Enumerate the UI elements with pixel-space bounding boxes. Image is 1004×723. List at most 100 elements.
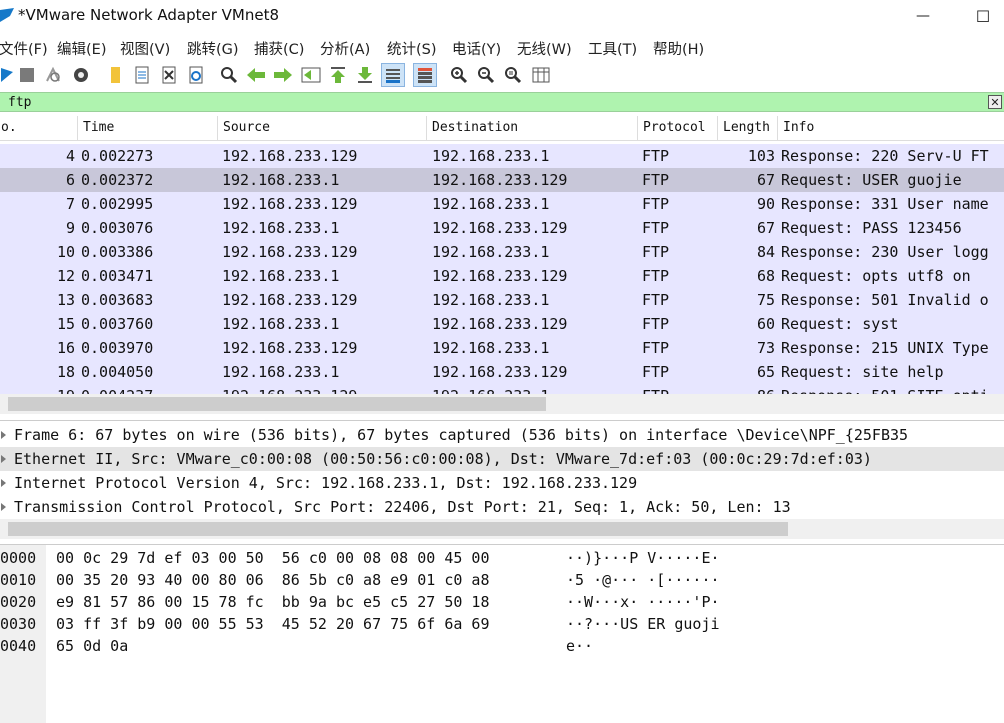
packet-row[interactable]: 15 0.003760 192.168.233.1 192.168.233.129 FT… <box>0 312 1004 336</box>
packet-protocol: FTP <box>642 147 670 165</box>
expand-arrow-icon[interactable] <box>1 455 6 463</box>
expand-arrow-icon[interactable] <box>1 431 6 439</box>
autoscroll-button[interactable] <box>381 63 405 87</box>
detail-tree-item[interactable]: Transmission Control Protocol, Src Port:… <box>0 495 1004 519</box>
zoom-out-button[interactable] <box>475 64 497 86</box>
minimize-button[interactable]: — <box>900 0 946 32</box>
packet-source: 192.168.233.1 <box>222 171 340 189</box>
reload-file-button[interactable] <box>185 64 207 86</box>
close-icon: ✕ <box>990 95 1000 109</box>
resize-columns-button[interactable] <box>530 64 552 86</box>
packet-row[interactable]: 16 0.003970 192.168.233.129 192.168.233.1 FT… <box>0 336 1004 360</box>
packet-number: 18 <box>56 363 75 381</box>
menu-view[interactable]: 视图(V) <box>120 38 170 59</box>
save-file-button[interactable] <box>131 64 153 86</box>
bytes-hex[interactable]: 03 ff 3f b9 00 00 55 53 45 52 20 67 75 6… <box>56 613 489 635</box>
bytes-offset[interactable]: 0020 <box>0 591 36 613</box>
restart-capture-button[interactable] <box>42 64 64 86</box>
stop-capture-button[interactable] <box>16 64 38 86</box>
menu-telephony[interactable]: 电话(Y) <box>452 38 501 59</box>
column-header-protocol[interactable]: Protocol <box>638 116 718 140</box>
column-header-destination[interactable]: Destination <box>427 116 638 140</box>
packet-time: 0.002273 <box>81 147 154 165</box>
menu-statistics[interactable]: 统计(S) <box>387 38 437 59</box>
bytes-offset[interactable]: 0000 <box>0 547 36 569</box>
packet-time: 0.003760 <box>81 315 154 333</box>
packet-row[interactable]: 9 0.003076 192.168.233.1 192.168.233.129 FTP… <box>0 216 1004 240</box>
packet-source: 192.168.233.1 <box>222 363 340 381</box>
scrollbar-thumb[interactable] <box>8 397 546 411</box>
details-horizontal-scrollbar[interactable] <box>0 519 1004 539</box>
packet-protocol: FTP <box>642 219 670 237</box>
packet-list-horizontal-scrollbar[interactable] <box>0 394 1004 414</box>
menu-wireless[interactable]: 无线(W) <box>517 38 572 59</box>
open-file-button[interactable] <box>104 64 126 86</box>
packet-number: 16 <box>56 339 75 357</box>
packet-length: 90 <box>756 195 775 213</box>
column-header-no[interactable]: o. <box>0 116 78 140</box>
packet-protocol: FTP <box>642 363 670 381</box>
column-header-source[interactable]: Source <box>218 116 427 140</box>
main-toolbar <box>0 62 1004 90</box>
bytes-offset[interactable]: 0040 <box>0 635 36 657</box>
column-header-info[interactable]: Info <box>778 116 1004 140</box>
find-packet-button[interactable] <box>218 64 240 86</box>
bytes-offset[interactable]: 0030 <box>0 613 36 635</box>
menu-tools[interactable]: 工具(T) <box>588 38 637 59</box>
zoom-normal-button[interactable] <box>502 64 524 86</box>
menu-bar: 文件(F) 编辑(E) 视图(V) 跳转(G) 捕获(C) 分析(A) 统计(S… <box>0 36 1004 60</box>
zoom-in-icon <box>451 67 468 84</box>
expand-arrow-icon[interactable] <box>1 479 6 487</box>
packet-time: 0.004050 <box>81 363 154 381</box>
menu-analyze[interactable]: 分析(A) <box>320 38 370 59</box>
packet-row[interactable]: 18 0.004050 192.168.233.1 192.168.233.129 FT… <box>0 360 1004 384</box>
packet-row[interactable]: 6 0.002372 192.168.233.1 192.168.233.129 FTP… <box>0 168 1004 192</box>
bytes-ascii[interactable]: e·· <box>566 635 593 657</box>
detail-tree-item[interactable]: Internet Protocol Version 4, Src: 192.16… <box>0 471 1004 495</box>
bytes-hex[interactable]: 00 35 20 93 40 00 80 06 86 5b c0 a8 e9 0… <box>56 569 489 591</box>
bytes-hex[interactable]: e9 81 57 86 00 15 78 fc bb 9a bc e5 c5 2… <box>56 591 489 613</box>
go-back-button[interactable] <box>245 64 267 86</box>
bytes-offset[interactable]: 0010 <box>0 569 36 591</box>
bytes-ascii[interactable]: ··)}···P V·····E· <box>566 547 720 569</box>
colorize-icon <box>418 68 432 83</box>
menu-go[interactable]: 跳转(G) <box>187 38 239 59</box>
clear-filter-button[interactable]: ✕ <box>988 95 1002 109</box>
go-forward-button[interactable] <box>272 64 294 86</box>
column-header-time[interactable]: Time <box>78 116 218 140</box>
detail-tree-item[interactable]: Ethernet II, Src: VMware_c0:00:08 (00:50… <box>0 447 1004 471</box>
packet-protocol: FTP <box>642 243 670 261</box>
bytes-ascii[interactable]: ··W···x· ·····'P· <box>566 591 720 613</box>
packet-row[interactable]: 4 0.002273 192.168.233.129 192.168.233.1 FTP… <box>0 144 1004 168</box>
colorize-button[interactable] <box>413 63 437 87</box>
go-last-packet-button[interactable] <box>354 64 376 86</box>
bytes-ascii[interactable]: ·5 ·@··· ·[······ <box>566 569 720 591</box>
capture-options-button[interactable] <box>70 64 92 86</box>
menu-help[interactable]: 帮助(H) <box>653 38 704 59</box>
packet-destination: 192.168.233.1 <box>432 243 550 261</box>
go-first-packet-button[interactable] <box>327 64 349 86</box>
menu-edit[interactable]: 编辑(E) <box>57 38 106 59</box>
packet-source: 192.168.233.1 <box>222 267 340 285</box>
packet-row[interactable]: 12 0.003471 192.168.233.1 192.168.233.129 FT… <box>0 264 1004 288</box>
go-to-packet-icon <box>301 67 321 83</box>
packet-number: 13 <box>56 291 75 309</box>
display-filter-input[interactable] <box>8 93 968 111</box>
bytes-hex[interactable]: 00 0c 29 7d ef 03 00 50 56 c0 00 08 08 0… <box>56 547 489 569</box>
go-to-packet-button[interactable] <box>300 64 322 86</box>
close-file-button[interactable] <box>158 64 180 86</box>
column-header-length[interactable]: Length <box>718 116 778 140</box>
menu-capture[interactable]: 捕获(C) <box>254 38 304 59</box>
bytes-hex[interactable]: 65 0d 0a <box>56 635 128 657</box>
menu-file[interactable]: 文件(F) <box>0 38 48 59</box>
bytes-ascii[interactable]: ··?···US ER guoji <box>566 613 720 635</box>
zoom-in-button[interactable] <box>448 64 470 86</box>
expand-arrow-icon[interactable] <box>1 503 6 511</box>
packet-time: 0.003471 <box>81 267 154 285</box>
packet-row[interactable]: 13 0.003683 192.168.233.129 192.168.233.1 FT… <box>0 288 1004 312</box>
packet-row[interactable]: 10 0.003386 192.168.233.129 192.168.233.1 FT… <box>0 240 1004 264</box>
packet-row[interactable]: 7 0.002995 192.168.233.129 192.168.233.1 FTP… <box>0 192 1004 216</box>
maximize-button[interactable]: ☐ <box>960 0 1004 32</box>
detail-tree-item[interactable]: Frame 6: 67 bytes on wire (536 bits), 67… <box>0 423 1004 447</box>
scrollbar-thumb[interactable] <box>8 522 788 536</box>
